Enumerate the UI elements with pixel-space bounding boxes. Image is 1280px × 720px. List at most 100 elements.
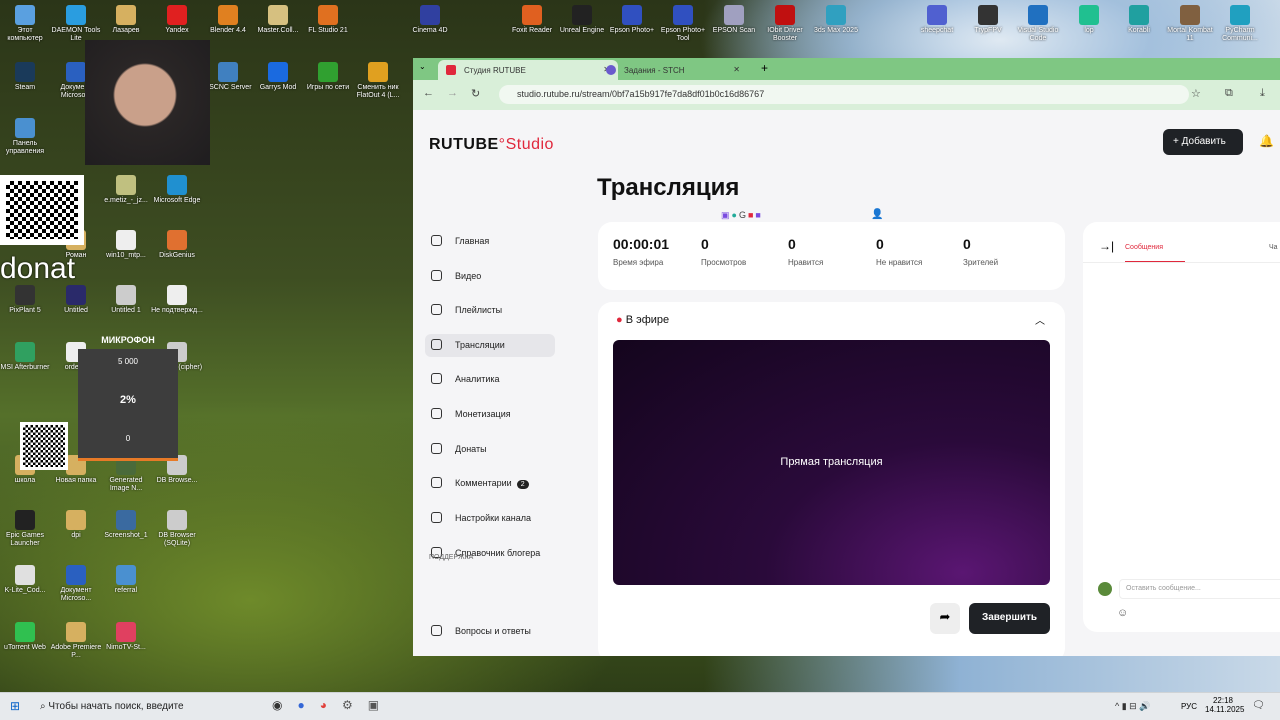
sidebar-item[interactable]: Главная	[425, 230, 555, 253]
tab-rutube-studio[interactable]: Студия RUTUBE ✕	[438, 60, 618, 80]
desktop-icon[interactable]: PixPlant 5	[0, 285, 51, 315]
sidebar-item[interactable]: Донаты	[425, 438, 555, 461]
desktop-icon[interactable]: Epson Photo+	[606, 5, 658, 35]
desktop-icon[interactable]: 3ds Max 2025	[810, 5, 862, 35]
add-button[interactable]: + Добавить	[1163, 129, 1243, 155]
rutube-studio-logo[interactable]: RUTUBE°Studio	[429, 136, 554, 154]
sidebar-item[interactable]: Видео	[425, 265, 555, 288]
support-item[interactable]: Написать в поддержку	[425, 655, 555, 656]
desktop-icon[interactable]: Unreal Engine	[556, 5, 608, 35]
live-status: ● В эфире	[616, 314, 670, 326]
tab-search-icon[interactable]: ⌄	[419, 62, 426, 71]
desktop-icon[interactable]: MSI Afterburner	[0, 342, 51, 372]
sidebar-item[interactable]: Комментарии 2	[425, 472, 555, 495]
desktop-icon[interactable]: Korabli	[1113, 5, 1165, 35]
clock[interactable]: 22:18 14.11.2025	[1205, 696, 1244, 714]
desktop-icon[interactable]: uTorrent Web	[0, 622, 51, 652]
desktop-icon[interactable]: sheepchat	[911, 5, 963, 35]
collapse-chat-icon[interactable]: →|	[1099, 239, 1114, 253]
desktop-icon[interactable]: Mortal Kombat 11	[1164, 5, 1216, 43]
desktop-icon[interactable]: win10_mtp...	[100, 230, 152, 260]
sidebar-item[interactable]: Настройки канала	[425, 507, 555, 530]
desktop-icon[interactable]: Yandex	[151, 5, 203, 35]
chat-message-input[interactable]: Оставить сообщение...	[1119, 579, 1280, 599]
desktop-icon[interactable]: Adobe Premiere P...	[50, 622, 102, 660]
desktop-icon[interactable]: Untitled	[50, 285, 102, 315]
desktop-icon[interactable]: Blender 4.4	[202, 5, 254, 35]
bookmark-star-icon[interactable]: ☆	[1191, 87, 1201, 100]
desktop-icon[interactable]: PyCharm Communi...	[1214, 5, 1266, 43]
extensions-icon[interactable]: ⧉	[1225, 87, 1233, 100]
desktop-icon[interactable]: Не подтвержд...	[151, 285, 203, 315]
desktop-icon[interactable]: DB Browser (SQLite)	[151, 510, 203, 548]
download-icon[interactable]: ⤓	[1260, 87, 1265, 100]
sidebar-item[interactable]: Аналитика	[425, 368, 555, 391]
forward-icon[interactable]: →	[447, 87, 458, 99]
sidebar-item[interactable]: Плейлисты	[425, 299, 555, 322]
desktop-icon[interactable]: IObit Driver Booster	[759, 5, 811, 43]
sidebar-item[interactable]: Трансляции	[425, 334, 555, 357]
desktop-icon[interactable]: Cinema 4D	[404, 5, 456, 35]
app-icon	[775, 5, 795, 25]
desktop-icon[interactable]: NimoTV-St...	[100, 622, 152, 652]
desktop-icon[interactable]: Steam	[0, 62, 51, 92]
language-indicator[interactable]: РУС	[1181, 702, 1197, 711]
desktop-icon[interactable]: DiskGenius	[151, 230, 203, 260]
sidebar-item[interactable]: Монетизация	[425, 403, 555, 426]
app-icon	[15, 342, 35, 362]
video-player[interactable]: Прямая трансляция	[613, 340, 1050, 585]
stat-label: Просмотров	[701, 258, 747, 267]
desktop-icon[interactable]: TrypFPV	[962, 5, 1014, 35]
taskbar-pinned-apps[interactable]: ◉●◕⚙▣	[272, 698, 394, 712]
end-stream-button[interactable]: Завершить	[969, 603, 1050, 634]
desktop-icon[interactable]: DAEMON Tools Lite	[50, 5, 102, 43]
desktop-icon[interactable]: Сменить ник FlatOut 4 (L...	[352, 62, 404, 100]
desktop-icon-label: dpi	[71, 532, 81, 539]
collapse-chevron-icon[interactable]: ︿	[1035, 312, 1045, 327]
desktop-icon[interactable]: Screenshot_1	[100, 510, 152, 540]
desktop-icon[interactable]: Epson Photo+ Tool	[657, 5, 709, 43]
desktop-icon[interactable]: FL Studio 21	[302, 5, 354, 35]
user-icon[interactable]: 👤	[871, 209, 883, 220]
tab-chat-other[interactable]: Ча	[1269, 244, 1278, 251]
emoji-icon[interactable]: ☺	[1117, 607, 1128, 619]
app-icon	[420, 5, 440, 25]
desktop-icon[interactable]: Master.Coll...	[252, 5, 304, 35]
desktop-icon[interactable]: lop	[1063, 5, 1115, 35]
share-button[interactable]: ➦	[930, 603, 960, 634]
desktop-icon[interactable]: dpi	[50, 510, 102, 540]
app-icon	[116, 230, 136, 250]
desktop-icon[interactable]: e.metiz_-_jz...	[100, 175, 152, 205]
windows-start-icon[interactable]: ⊞	[10, 699, 20, 713]
app-icon	[15, 118, 35, 138]
desktop-icon[interactable]: Epic Games Launcher	[0, 510, 51, 548]
desktop-icon[interactable]: Garrys Mod	[252, 62, 304, 92]
support-item[interactable]: Вопросы и ответы	[425, 620, 555, 643]
app-icon	[15, 510, 35, 530]
tab-messages[interactable]: Сообщения	[1125, 244, 1185, 263]
desktop-icon[interactable]: Этот компьютер	[0, 5, 51, 43]
new-tab-button[interactable]: +	[761, 61, 768, 75]
reload-icon[interactable]: ↻	[471, 87, 480, 100]
bell-icon[interactable]: 🔔	[1259, 134, 1274, 148]
desktop-icon[interactable]: referral	[100, 565, 152, 595]
desktop-icon[interactable]: K-Lite_Cod...	[0, 565, 51, 595]
desktop-icon[interactable]: EPSON Scan	[708, 5, 760, 35]
app-icon	[218, 5, 238, 25]
desktop-icon[interactable]: Лазарев	[100, 5, 152, 35]
desktop-icon[interactable]: Foxit Reader	[506, 5, 558, 35]
back-icon[interactable]: ←	[423, 87, 434, 99]
url-input[interactable]: studio.rutube.ru/stream/0bf7a15b917fe7da…	[499, 85, 1189, 104]
desktop-icon-label: PyCharm Communi...	[1222, 27, 1258, 42]
tab-stch[interactable]: Задания - STCH ✕	[598, 60, 748, 80]
desktop-icon[interactable]: Игры по сети	[302, 62, 354, 92]
desktop-icon[interactable]: Документ Microso...	[50, 565, 102, 603]
notifications-icon[interactable]: 🗨	[1252, 700, 1265, 711]
desktop-icon[interactable]: Панель управления	[0, 118, 51, 156]
desktop-icon[interactable]: Microsoft Edge	[151, 175, 203, 205]
taskbar-search[interactable]: ⌕ Чтобы начать поиск, введите	[40, 701, 184, 712]
desktop-icon[interactable]: Untitled 1	[100, 285, 152, 315]
close-tab-icon[interactable]: ✕	[733, 65, 740, 74]
desktop-icon[interactable]: Visual Studio Code	[1012, 5, 1064, 43]
tray-icons[interactable]: ^ ▮ ⊟ 🔊	[1115, 701, 1150, 712]
